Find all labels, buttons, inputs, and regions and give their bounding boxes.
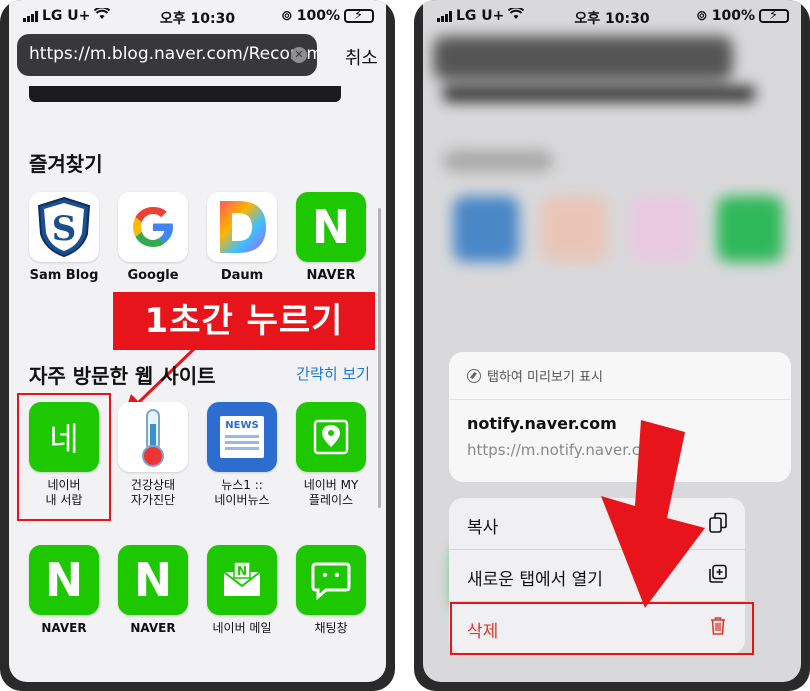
- google-g-icon: [118, 192, 188, 262]
- favorite-google[interactable]: Google: [117, 192, 189, 283]
- safari-start-page: LG U+ 오후 10:30 ⊚ 100% ⚡ https://m.blog.n…: [9, 0, 386, 682]
- naver-n-icon: N: [118, 545, 188, 615]
- orientation-lock-icon: ⊚: [696, 8, 708, 24]
- simple-view-link[interactable]: 간략히 보기: [296, 363, 370, 384]
- map-pin-icon: [296, 402, 366, 472]
- favorites-title: 즐겨찾기: [29, 152, 103, 176]
- mail-icon: N: [207, 545, 277, 615]
- content-strip: [29, 86, 341, 102]
- context-menu-screen: LG U+ 오후 10:30 ⊚ 100% ⚡ 탭하여 미리보기 표시 noti…: [423, 0, 801, 682]
- frequent-naver-mail[interactable]: N 네이버 메일: [206, 545, 278, 636]
- daum-d-icon: [207, 192, 277, 262]
- thermometer-icon: [118, 402, 188, 472]
- frequent-naver-2[interactable]: N NAVER: [117, 545, 189, 636]
- tile-label-line2: 플레이스: [308, 493, 354, 507]
- tile-label: NAVER: [130, 621, 176, 635]
- status-bar: LG U+ 오후 10:30 ⊚ 100% ⚡: [9, 6, 386, 28]
- preview-hint-row: 탭하여 미리보기 표시: [449, 352, 791, 400]
- frequent-naver-1[interactable]: N NAVER: [28, 545, 100, 636]
- tile-label: 네이버 메일: [212, 621, 272, 635]
- frequent-title: 자주 방문한 웹 사이트: [29, 364, 216, 388]
- favorite-daum[interactable]: Daum: [206, 192, 278, 283]
- favorite-sam-blog[interactable]: S Sam Blog: [28, 192, 100, 283]
- battery-percent: 100%: [296, 8, 340, 24]
- frequent-naver-drawer[interactable]: 네 네이버 내 서랍: [28, 402, 100, 508]
- compass-icon: [467, 368, 481, 383]
- preview-hint: 탭하여 미리보기 표시: [487, 370, 603, 385]
- shield-s-icon: S: [29, 192, 99, 262]
- tile-label: Google: [127, 268, 179, 283]
- battery-percent: 100%: [711, 8, 755, 24]
- menu-label: 새로운 탭에서 열기: [467, 570, 603, 590]
- naver-n-icon: N: [29, 545, 99, 615]
- tile-label-line1: 네이버: [47, 478, 81, 492]
- tile-label: Sam Blog: [29, 268, 99, 283]
- svg-text:N: N: [237, 564, 247, 578]
- tile-label-line2: 자가진단: [130, 493, 176, 507]
- url-input[interactable]: https://m.blog.naver.com/Recomm ✕: [17, 34, 317, 76]
- orientation-lock-icon: ⊚: [281, 8, 293, 24]
- svg-text:S: S: [52, 209, 77, 249]
- menu-label: 복사: [467, 518, 499, 538]
- cancel-button[interactable]: 취소: [345, 44, 378, 70]
- frequent-chat[interactable]: 채팅창: [295, 545, 367, 636]
- battery-icon: ⚡: [344, 8, 374, 23]
- tile-label-line1: 뉴스1 ::: [221, 478, 263, 492]
- tile-label: NAVER: [41, 621, 87, 635]
- down-arrow: [601, 420, 705, 608]
- tile-label: Daum: [220, 268, 264, 283]
- clear-icon[interactable]: ✕: [291, 47, 307, 63]
- favorite-naver[interactable]: N NAVER: [295, 192, 367, 283]
- naver-n-icon: N: [296, 192, 366, 262]
- phone-left: LG U+ 오후 10:30 ⊚ 100% ⚡ https://m.blog.n…: [0, 0, 395, 691]
- frequent-my-place[interactable]: 네이버 MY 플레이스: [295, 402, 367, 508]
- tile-label: 채팅창: [314, 621, 348, 635]
- tile-label-line2: 네이버뉴스: [214, 493, 270, 507]
- chat-icon: [296, 545, 366, 615]
- phone-right: LG U+ 오후 10:30 ⊚ 100% ⚡ 탭하여 미리보기 표시 noti…: [414, 0, 810, 691]
- tile-label-line1: 건강상태: [130, 478, 176, 492]
- url-text: https://m.blog.naver.com/Recomm: [29, 44, 317, 64]
- frequent-health-check[interactable]: 건강상태 자가진단: [117, 402, 189, 508]
- news-icon: NEWS: [207, 402, 277, 472]
- scrollbar[interactable]: [378, 208, 381, 508]
- naver-drawer-icon: 네: [29, 402, 99, 472]
- frequent-news1[interactable]: NEWS 뉴스1 :: 네이버뉴스: [206, 402, 278, 508]
- battery-icon: ⚡: [759, 8, 789, 23]
- tile-label-line1: 네이버 MY: [303, 478, 359, 492]
- status-bar: LG U+ 오후 10:30 ⊚ 100% ⚡: [423, 6, 801, 28]
- tile-label: NAVER: [306, 268, 356, 283]
- tile-label-line2: 내 서랍: [45, 493, 83, 507]
